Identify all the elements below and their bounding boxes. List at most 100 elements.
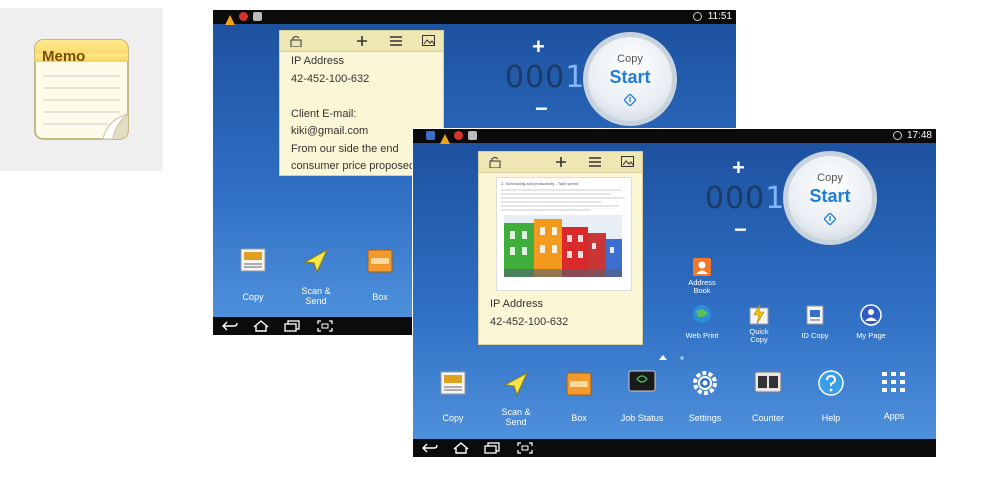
start-label: Start (609, 67, 651, 87)
app-quick-copy[interactable]: Quick Copy (735, 304, 783, 348)
app-job-status[interactable]: Job Status (612, 367, 672, 427)
clock: 11:51 (707, 11, 732, 22)
app-my-page[interactable]: My Page (847, 304, 895, 344)
app-label: Copy (442, 413, 464, 423)
navigation-bar (413, 439, 936, 457)
quick-copy-icon (749, 304, 769, 325)
app-box[interactable]: Box (350, 246, 410, 306)
start-copy-label: Copy (817, 172, 843, 184)
counter-digits: 000 (505, 60, 566, 95)
app-address-book[interactable]: Address Book (678, 257, 726, 299)
box-icon (566, 372, 592, 396)
document-text-lines (501, 189, 625, 211)
app-help[interactable]: Help (801, 367, 861, 427)
list-icon[interactable] (390, 36, 402, 46)
copy-counter: 0001 (705, 181, 785, 216)
note-toolbar (479, 152, 642, 173)
app-apps[interactable]: Apps (864, 367, 924, 427)
apps-grid-icon (882, 372, 905, 392)
note-line: IP Address (291, 55, 344, 67)
increase-copies-button[interactable]: + (532, 34, 545, 60)
recent-apps-icon[interactable] (284, 320, 300, 332)
app-copy[interactable]: Copy (223, 246, 283, 306)
screenshot-icon[interactable] (317, 320, 333, 332)
app-label: My Page (856, 331, 886, 340)
app-box[interactable]: Box (549, 367, 609, 427)
note-text: IP Address 42-452-100-632 (490, 296, 568, 331)
app-settings[interactable]: Settings (675, 367, 735, 427)
lock-icon[interactable] (290, 35, 302, 47)
job-status-icon (628, 370, 656, 392)
image-icon[interactable] (621, 156, 634, 168)
copy-counter: 0001 (505, 60, 585, 95)
app-counter[interactable]: Counter (738, 367, 798, 427)
app-copy[interactable]: Copy (423, 367, 483, 427)
colorful-houses-photo (504, 215, 622, 277)
start-diamond-icon (824, 213, 836, 225)
app-label: Scan & (501, 407, 531, 417)
screenshot-icon[interactable] (517, 442, 533, 454)
copy-icon (440, 371, 466, 395)
address-book-icon (693, 258, 711, 276)
app-scan-send[interactable]: Scan & Send (486, 367, 546, 427)
app-label: Send (305, 296, 327, 306)
add-icon[interactable] (555, 156, 567, 168)
app-label: Scan & (301, 286, 331, 296)
warning-icon (440, 131, 450, 144)
home-icon[interactable] (453, 442, 469, 454)
start-label: Start (809, 186, 851, 206)
increase-copies-button[interactable]: + (732, 155, 745, 181)
app-id-copy[interactable]: ID Copy (791, 304, 839, 344)
app-web-print[interactable]: Web Print (678, 304, 726, 344)
error-icon (239, 12, 248, 21)
copy-icon (240, 248, 266, 272)
app-label: Job Status (620, 413, 664, 423)
back-icon[interactable] (222, 320, 238, 332)
note-line: consumer price proposed (291, 160, 416, 172)
app-label: Apps (883, 411, 905, 421)
home-icon[interactable] (253, 320, 269, 332)
start-button[interactable]: Copy Start (783, 151, 877, 245)
page-indicator (659, 355, 684, 360)
id-copy-icon (806, 305, 824, 325)
lock-icon[interactable] (489, 156, 501, 168)
counter-digits: 000 (705, 181, 766, 216)
globe-icon (693, 12, 702, 21)
app-label: ID Copy (801, 331, 829, 340)
app-label: Counter (751, 413, 785, 423)
note-line: Client E-mail: (291, 107, 357, 120)
back-icon[interactable] (422, 442, 438, 454)
start-diamond-icon (624, 94, 636, 106)
memo-label: Memo (42, 48, 86, 65)
app-label: Send (505, 417, 527, 427)
app-scan-send[interactable]: Scan & Send (286, 246, 346, 306)
app-label: Box (372, 292, 388, 302)
note-line: 42-452-100-632 (291, 72, 370, 85)
app-label: Copy (242, 292, 264, 302)
warning-icon (225, 12, 235, 25)
counter-icon (754, 371, 782, 393)
memo-note[interactable]: 2. Scheduling and productivity - Take sp… (478, 151, 643, 345)
note-toolbar (280, 31, 443, 52)
my-page-icon (860, 304, 882, 326)
start-button-face: Copy Start (788, 156, 872, 240)
recent-apps-icon[interactable] (484, 442, 500, 454)
error-icon (454, 131, 463, 140)
add-icon[interactable] (356, 35, 368, 47)
app-notification-icon (426, 131, 435, 140)
list-icon[interactable] (589, 157, 601, 167)
note-text: IP Address 42-452-100-632 Client E-mail:… (291, 53, 415, 176)
decrease-copies-button[interactable]: − (535, 96, 548, 122)
document-heading: 2. Scheduling and productivity - Take sp… (501, 181, 579, 186)
start-copy-label: Copy (617, 53, 643, 65)
start-button[interactable]: Copy Start (583, 32, 677, 126)
message-icon (253, 12, 262, 21)
note-line: 42-452-100-632 (490, 315, 569, 328)
device-screen-front: 17:48 2. Scheduling and productivity - T… (413, 129, 936, 457)
image-icon[interactable] (422, 35, 435, 47)
globe-icon (893, 131, 902, 140)
paper-plane-icon (303, 248, 329, 274)
status-bar: 11:51 (213, 10, 736, 25)
decrease-copies-button[interactable]: − (734, 217, 747, 243)
app-label: Help (821, 413, 841, 423)
